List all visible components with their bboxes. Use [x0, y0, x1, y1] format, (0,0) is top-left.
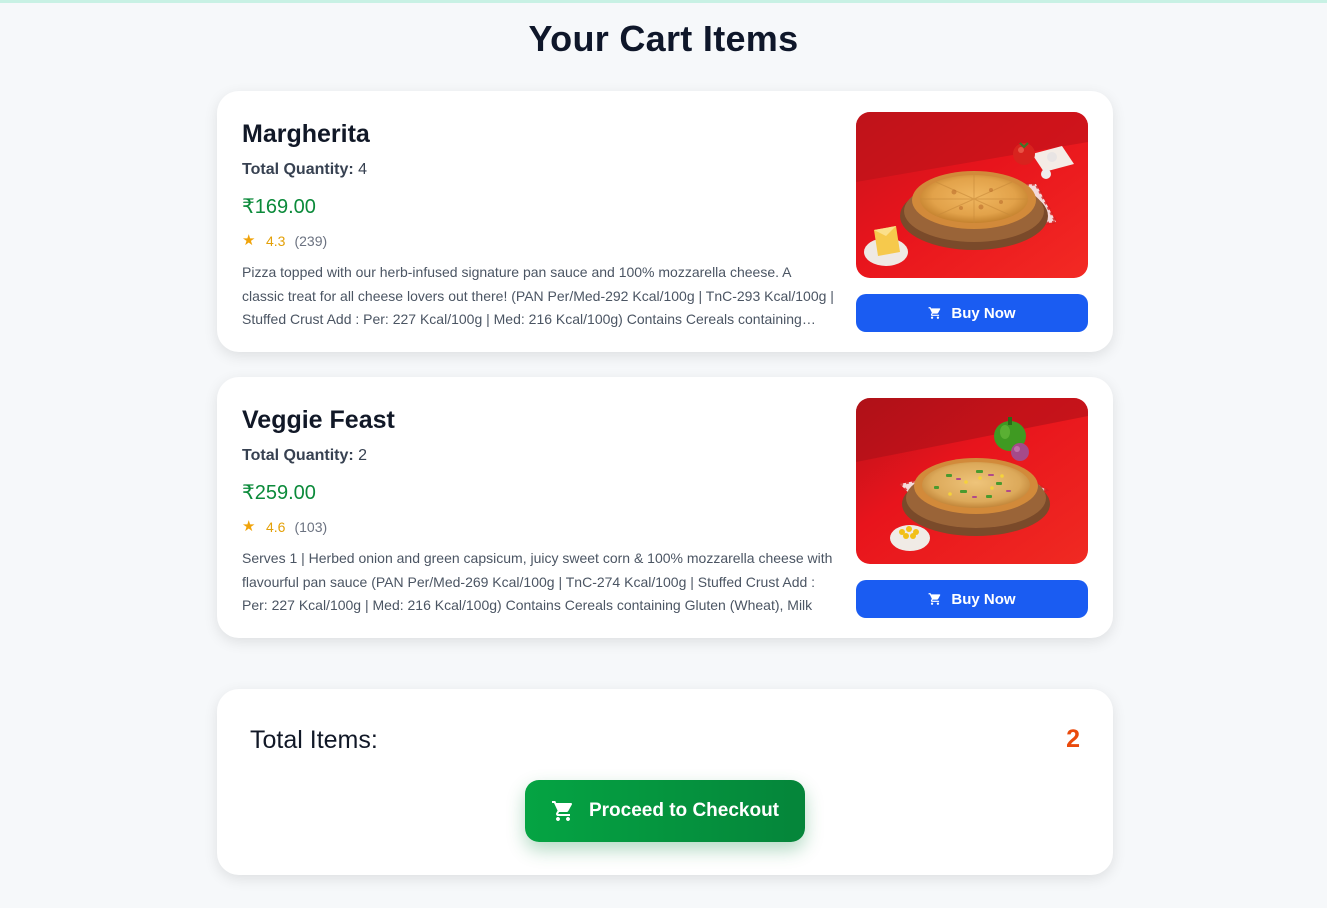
buy-now-button[interactable]: Buy Now	[856, 580, 1088, 618]
top-accent-strip	[0, 0, 1327, 3]
rating-row: ★ 4.3 (239)	[242, 232, 834, 250]
quantity-row: Total Quantity: 4	[242, 160, 834, 180]
item-price: ₹259.00	[242, 482, 316, 504]
cart-item-card: Veggie Feast Total Quantity: 2 ₹259.00 ★…	[217, 377, 1113, 638]
star-icon: ★	[242, 518, 256, 535]
cart-icon	[928, 306, 942, 320]
quantity-label: Total Quantity:	[242, 447, 354, 464]
star-icon: ★	[242, 232, 256, 249]
quantity-row: Total Quantity: 2	[242, 446, 834, 466]
cart-icon	[928, 592, 942, 606]
cart-item-info: Margherita Total Quantity: 4 ₹169.00 ★ 4…	[242, 119, 834, 332]
margherita-pizza-image	[856, 112, 1088, 278]
quantity-value: 2	[358, 447, 368, 464]
item-description: Serves 1 | Herbed onion and green capsic…	[242, 550, 833, 613]
item-name: Veggie Feast	[242, 406, 395, 434]
rating-value: 4.6	[266, 519, 286, 535]
item-description: Pizza topped with our herb-infused signa…	[242, 264, 834, 327]
quantity-value: 4	[358, 161, 368, 178]
rating-row: ★ 4.6 (103)	[242, 518, 834, 536]
buy-now-label: Buy Now	[951, 590, 1016, 608]
quantity-label: Total Quantity:	[242, 161, 354, 178]
cart-item-info: Veggie Feast Total Quantity: 2 ₹259.00 ★…	[242, 405, 834, 618]
review-count: (239)	[294, 233, 328, 249]
buy-now-button[interactable]: Buy Now	[856, 294, 1088, 332]
veggie-feast-pizza-image	[856, 398, 1088, 564]
checkout-label: Proceed to Checkout	[588, 800, 780, 821]
review-count: (103)	[294, 519, 328, 535]
page-title: Your Cart Items	[528, 18, 799, 59]
item-price: ₹169.00	[242, 196, 316, 218]
total-items-label: Total Items:	[250, 726, 378, 754]
proceed-to-checkout-button[interactable]: Proceed to Checkout	[525, 780, 805, 842]
buy-now-label: Buy Now	[951, 304, 1016, 322]
rating-value: 4.3	[266, 233, 286, 249]
cart-icon	[551, 799, 575, 823]
item-name: Margherita	[242, 120, 370, 148]
cart-item-card: Margherita Total Quantity: 4 ₹169.00 ★ 4…	[217, 91, 1113, 352]
cart-summary-card: Total Items: 2 Proceed to Checkout	[217, 689, 1113, 875]
total-items-count: 2	[1066, 725, 1080, 753]
